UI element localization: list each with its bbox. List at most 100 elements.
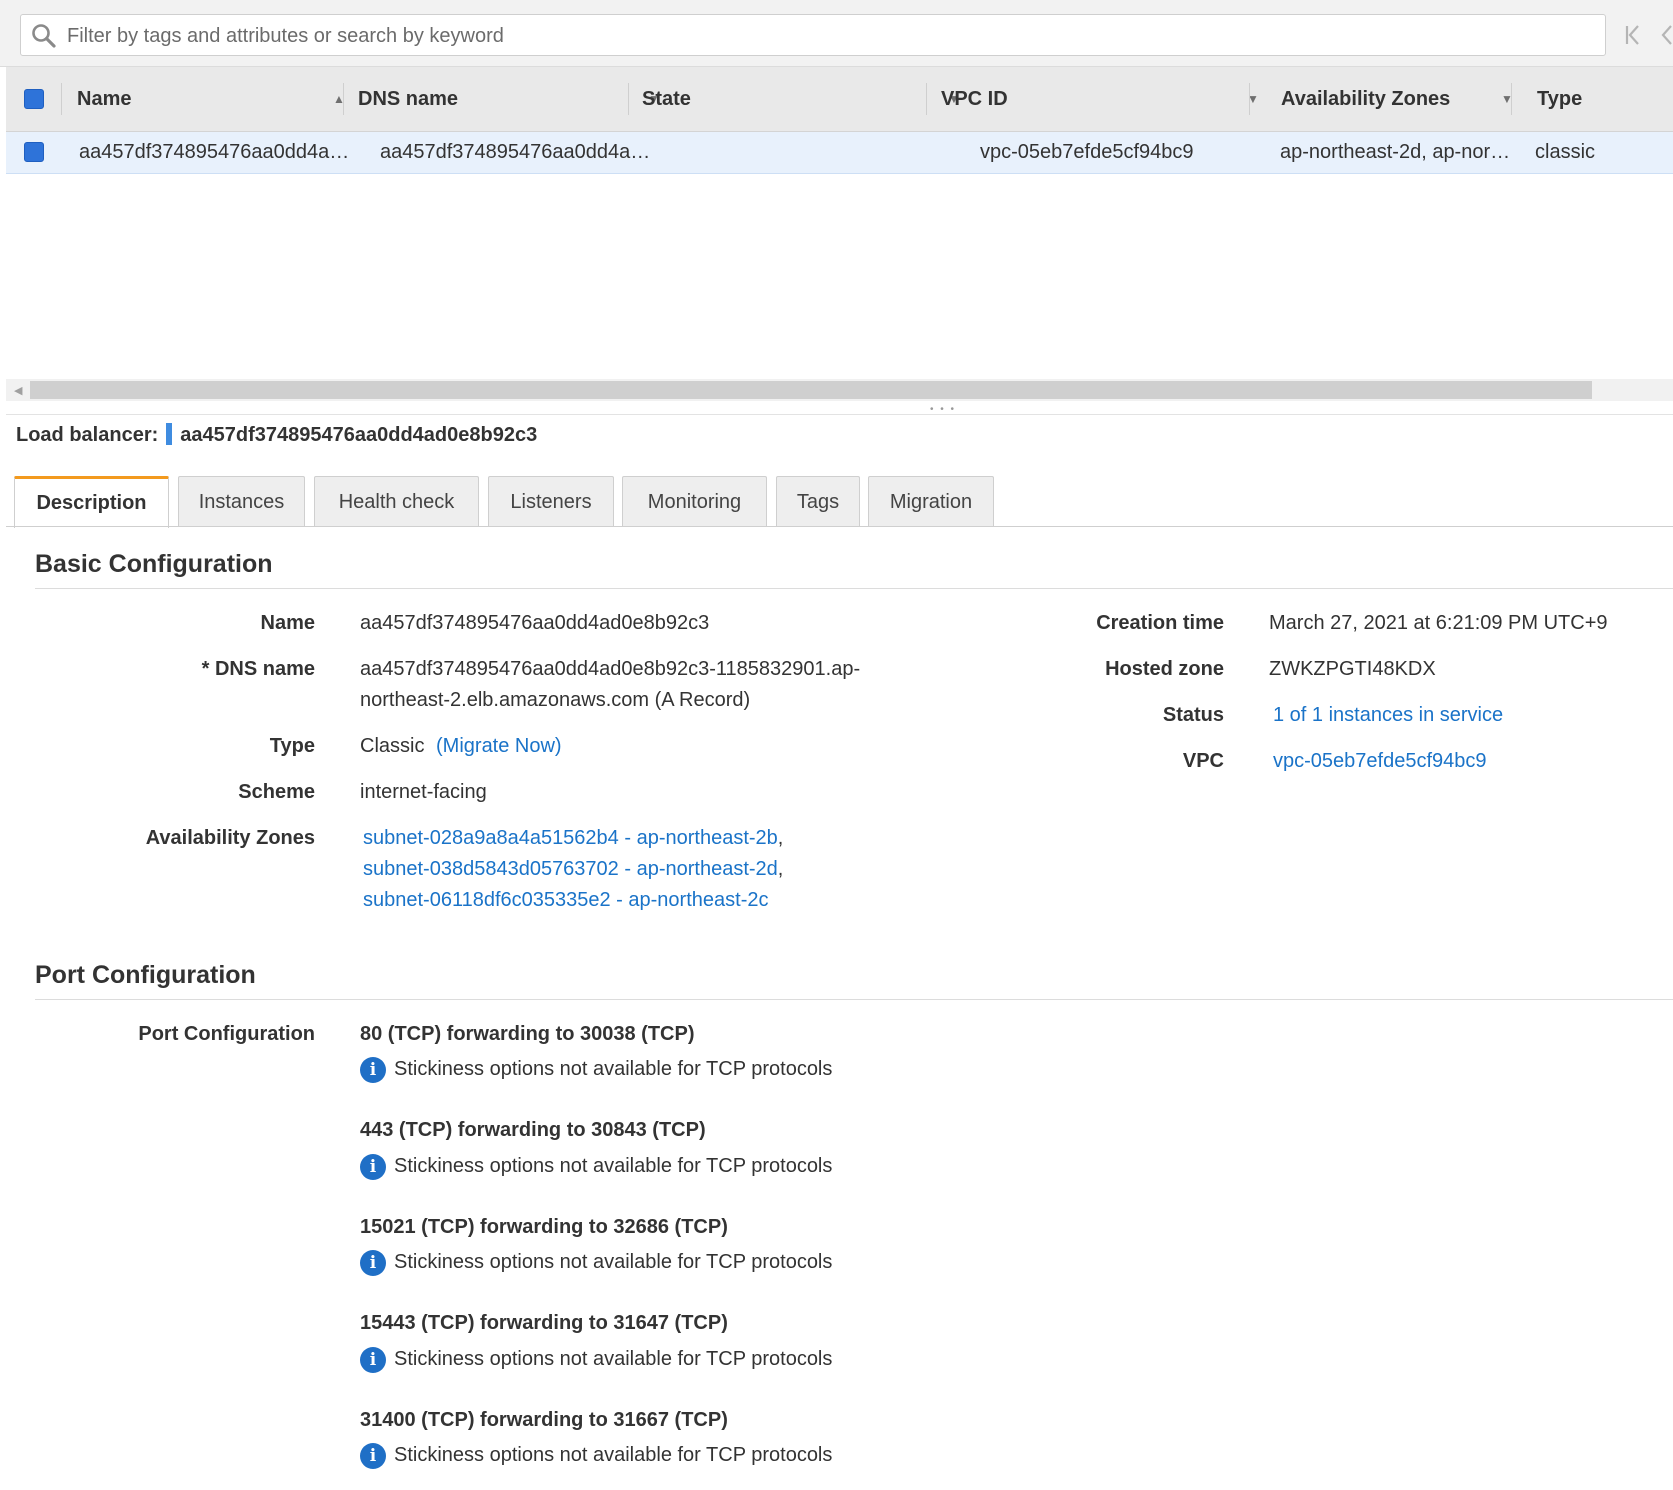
stickiness-note-text: Stickiness options not available for TCP… <box>394 1444 833 1466</box>
tab-migration[interactable]: Migration <box>868 476 994 526</box>
type-value: Classic <box>360 735 425 757</box>
vpc-link[interactable]: vpc-05eb7efde5cf94bc9 <box>1273 750 1487 772</box>
table-row[interactable]: aa457df374895476aa0dd4a… aa457df37489547… <box>6 132 1673 174</box>
scroll-left-icon[interactable]: ◀ <box>14 384 22 397</box>
pagination-controls <box>1625 25 1672 45</box>
vpc-value-wrap: vpc-05eb7efde5cf94bc9 <box>1273 746 1487 777</box>
cell-vpc-id: vpc-05eb7efde5cf94bc9 <box>980 141 1194 163</box>
stickiness-note-text: Stickiness options not available for TCP… <box>394 1155 833 1177</box>
tab-monitoring[interactable]: Monitoring <box>622 476 767 526</box>
section-divider <box>35 999 1673 1000</box>
row-checkbox[interactable] <box>24 142 44 162</box>
type-value-group: Classic (Migrate Now) <box>360 731 562 762</box>
selection-color-marker <box>166 423 173 445</box>
search-input[interactable] <box>65 19 1589 53</box>
stickiness-note: i Stickiness options not available for TC… <box>360 1055 832 1083</box>
column-header-vpc-id[interactable]: VPC ID ▼ <box>941 67 1259 131</box>
column-header-name[interactable]: Name ▲ <box>77 67 345 131</box>
dns-name-value-line1: aa457df374895476aa0dd4ad0e8b92c3-1185832… <box>360 658 861 680</box>
stickiness-note-text: Stickiness options not available for TCP… <box>394 1251 833 1273</box>
column-header-label: VPC ID <box>941 88 1008 110</box>
column-header-label: Name <box>77 88 132 110</box>
list-separator: , <box>777 827 784 849</box>
horizontal-scrollbar[interactable]: ◀ <box>6 379 1673 401</box>
column-header-label: DNS name <box>358 88 459 110</box>
listener-rule: 15021 (TCP) forwarding to 32686 (TCP) <box>360 1216 728 1238</box>
stickiness-note: i Stickiness options not available for TC… <box>360 1345 832 1373</box>
column-header-state[interactable]: State ▼ <box>642 67 960 131</box>
list-separator: , <box>777 858 784 880</box>
migrate-now-link[interactable]: (Migrate Now) <box>436 735 562 757</box>
port-configuration-title: Port Configuration <box>35 961 256 989</box>
listener-rule: 443 (TCP) forwarding to 30843 (TCP) <box>360 1119 706 1141</box>
detail-label: Load balancer: <box>16 424 159 446</box>
availability-zone-item: subnet-028a9a8a4a51562b4 - ap-northeast-… <box>363 823 783 854</box>
status-label: Status <box>1162 704 1224 726</box>
dns-name-label: * DNS name <box>201 658 315 680</box>
detail-header: Load balancer: aa457df374895476aa0dd4ad0e… <box>16 420 537 450</box>
stickiness-note: i Stickiness options not available for TC… <box>360 1248 832 1276</box>
scheme-value: internet-facing <box>360 781 487 803</box>
listener-rule: 15443 (TCP) forwarding to 31647 (TCP) <box>360 1312 728 1334</box>
load-balancer-name: aa457df374895476aa0dd4ad0e8b92c3 <box>180 424 538 446</box>
stickiness-note: i Stickiness options not available for TC… <box>360 1441 832 1469</box>
column-separator <box>343 83 344 115</box>
first-page-icon[interactable] <box>1625 25 1639 45</box>
info-icon: i <box>360 1153 386 1180</box>
column-header-availability-zones[interactable]: Availability Zones ▼ <box>1281 67 1531 131</box>
dns-name-value-line2: northeast-2.elb.amazonaws.com (A Record) <box>360 689 751 711</box>
stickiness-note-text: Stickiness options not available for TCP… <box>394 1348 833 1370</box>
name-label: Name <box>260 612 315 634</box>
subnet-link[interactable]: subnet-028a9a8a4a51562b4 - ap-northeast-… <box>363 827 778 849</box>
column-header-label: Availability Zones <box>1281 88 1451 110</box>
tab-health-check[interactable]: Health check <box>314 476 479 526</box>
creation-time-value: March 27, 2021 at 6:21:09 PM UTC+9 <box>1269 612 1608 634</box>
status-link[interactable]: 1 of 1 instances in service <box>1273 704 1503 726</box>
column-separator <box>1511 83 1512 115</box>
info-icon: i <box>360 1346 386 1373</box>
column-header-type[interactable]: Type <box>1537 67 1657 131</box>
tab-listeners[interactable]: Listeners <box>488 476 614 526</box>
hosted-zone-label: Hosted zone <box>1105 658 1224 680</box>
tab-tags[interactable]: Tags <box>776 476 860 526</box>
filter-toolbar <box>0 0 1673 67</box>
subnet-link[interactable]: subnet-06118df6c035335e2 - ap-northeast-… <box>363 889 768 911</box>
availability-zone-item: subnet-06118df6c035335e2 - ap-northeast-… <box>363 885 768 916</box>
status-value-wrap: 1 of 1 instances in service <box>1273 700 1503 731</box>
name-value: aa457df374895476aa0dd4ad0e8b92c3 <box>360 612 710 634</box>
column-header-label: State <box>642 88 691 110</box>
stickiness-note-text: Stickiness options not available for TCP… <box>394 1058 833 1080</box>
type-label: Type <box>269 735 315 757</box>
table-header: Name ▲ DNS name ▼ State ▼ VPC ID ▼ Avail… <box>6 67 1673 132</box>
listener-rule: 31400 (TCP) forwarding to 31667 (TCP) <box>360 1409 728 1431</box>
info-icon: i <box>360 1442 386 1469</box>
listener-rule: 80 (TCP) forwarding to 30038 (TCP) <box>360 1023 695 1045</box>
info-icon: i <box>360 1249 386 1276</box>
vpc-label: VPC <box>1182 750 1224 772</box>
panel-divider <box>6 414 1673 415</box>
cell-name: aa457df374895476aa0dd4a… <box>79 141 350 163</box>
column-header-dns-name[interactable]: DNS name ▼ <box>358 67 660 131</box>
creation-time-label: Creation time <box>1096 612 1224 634</box>
cell-availability-zones: ap-northeast-2d, ap-nor… <box>1280 141 1511 163</box>
scrollbar-thumb[interactable] <box>30 381 1592 399</box>
cell-type: classic <box>1535 141 1596 163</box>
column-separator <box>61 83 62 115</box>
column-separator <box>628 83 629 115</box>
subnet-link[interactable]: subnet-038d5843d05763702 - ap-northeast-… <box>363 858 778 880</box>
availability-zones-label: Availability Zones <box>145 827 315 849</box>
port-configuration-label: Port Configuration <box>138 1023 315 1045</box>
column-header-label: Type <box>1537 88 1583 110</box>
stickiness-note: i Stickiness options not available for TC… <box>360 1152 832 1180</box>
basic-configuration-title: Basic Configuration <box>35 550 273 578</box>
previous-page-icon[interactable] <box>1661 25 1672 45</box>
search-box[interactable] <box>20 14 1606 56</box>
tab-description[interactable]: Description <box>14 476 169 528</box>
select-all-checkbox[interactable] <box>24 89 44 109</box>
availability-zone-item: subnet-038d5843d05763702 - ap-northeast-… <box>363 854 783 885</box>
cell-dns-name: aa457df374895476aa0dd4a… <box>380 141 651 163</box>
tab-instances[interactable]: Instances <box>178 476 305 526</box>
tabs-baseline <box>6 526 1673 527</box>
column-separator <box>926 83 927 115</box>
info-icon: i <box>360 1056 386 1083</box>
